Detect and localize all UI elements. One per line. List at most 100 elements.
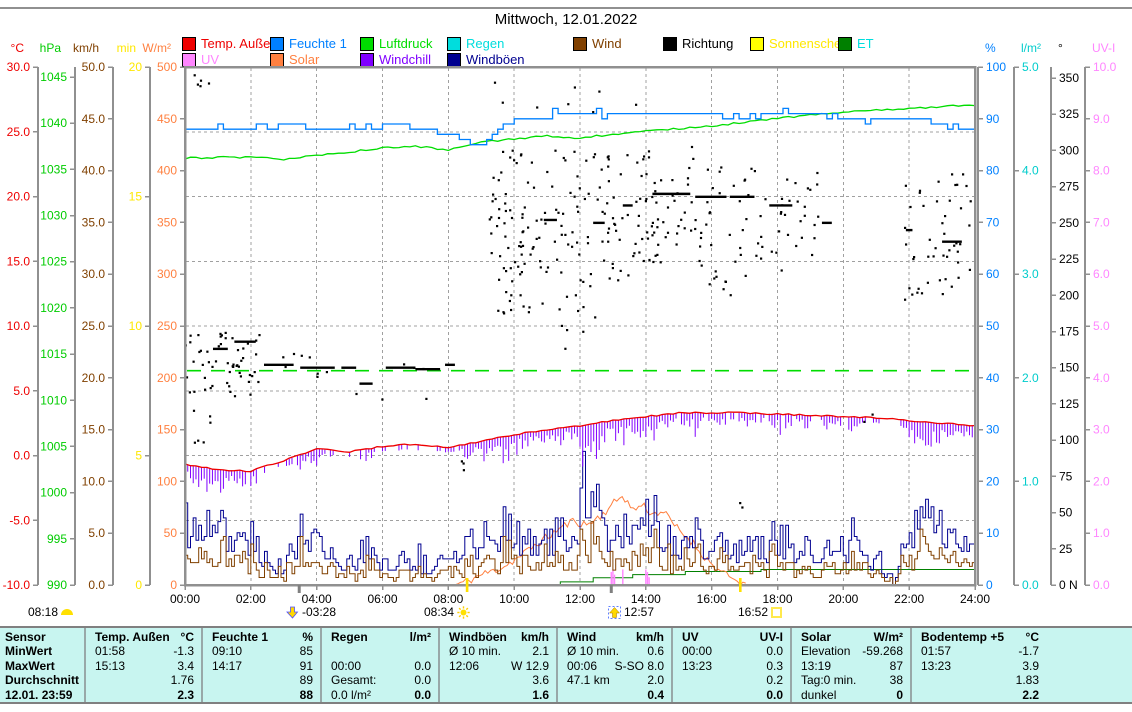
stats-cell-label: 12:06 [449,659,479,673]
stats-cell-value: W/m² [874,630,903,644]
svg-text:-10.0: -10.0 [3,578,31,592]
stats-cell-label: 13:23 [921,659,951,673]
stats-column-wind: Windkm/hØ 10 min.0.600:06S-SO 8.047.1 km… [558,628,673,702]
svg-text:00:00: 00:00 [170,592,200,606]
stats-row-label: Sensor [0,630,84,644]
svg-text:20: 20 [129,60,143,74]
svg-text:35.0: 35.0 [82,215,106,229]
stats-cell-label: Solar [801,630,831,644]
et-series [185,570,975,586]
stats-cell-value: 0.0 [414,688,431,702]
stats-column-solar: SolarW/m²Elevation-59.26813:1987Tag:0 mi… [792,628,912,702]
svg-text:3.0: 3.0 [1093,423,1110,437]
svg-text:250: 250 [1059,216,1079,230]
svg-text:70: 70 [986,215,1000,229]
svg-text:0: 0 [135,578,142,592]
marker-time: 16:52 [738,605,768,619]
svg-text:90: 90 [986,112,1000,126]
svg-text:40.0: 40.0 [82,164,106,178]
axis-°: 3503253002752502252001751501251007550250… [1051,41,1079,592]
richtung-scatter [185,74,972,508]
stats-cell-value: -1.7 [1018,644,1039,658]
svg-text:20.0: 20.0 [7,190,31,204]
svg-text:08:00: 08:00 [433,592,463,606]
et-series [185,570,975,586]
stats-row-label: MaxWert [0,659,84,673]
svg-text:40: 40 [986,371,1000,385]
stats-cell-value: 3.6 [532,673,549,687]
stats-column-uv: UVUV-I00:000.013:230.30.20.0 [673,628,792,702]
stats-column-temp-au-en: Temp. Außen°C01:58-1.315:133.41.762.3 [86,628,203,702]
svg-text:02:00: 02:00 [236,592,266,606]
svg-text:1005: 1005 [40,439,67,453]
svg-text:1000: 1000 [40,486,67,500]
svg-text:275: 275 [1059,180,1079,194]
stats-column-feuchte-1: Feuchte 1%09:108514:17918988 [203,628,322,702]
weather-day-chart-screen: Mittwoch, 12.01.2022 Temp. AußenFeuchte … [0,0,1132,712]
stats-cell-value: 85 [300,644,313,658]
axis-unit-label: hPa [40,41,62,55]
stats-table: SensorMinWertMaxWertDurchschnitt12.01. 2… [0,626,1132,704]
svg-text:5.0: 5.0 [1022,60,1039,74]
svg-text:60: 60 [986,267,1000,281]
svg-text:7.0: 7.0 [1093,215,1110,229]
svg-text:1.0: 1.0 [1093,526,1110,540]
svg-text:2.0: 2.0 [1093,474,1110,488]
stats-cell-label: 09:10 [212,644,242,658]
svg-text:150: 150 [157,423,177,437]
stats-cell-label: Bodentemp +5 [921,630,1004,644]
svg-text:30.0: 30.0 [7,60,31,74]
stats-cell-value: 0 [896,688,903,702]
axis-lm: 5.04.03.02.01.00.0l/m² [1014,41,1041,592]
stats-cell-label: Ø 10 min. [567,644,619,658]
chart-canvas: 30.025.020.015.010.05.00.0-5.0-10.0°C104… [0,0,1132,712]
stats-row-label: Durchschnitt [0,673,84,687]
sunrise-icon [61,609,73,615]
svg-text:14:00: 14:00 [631,592,661,606]
marker-time: 12:57 [624,605,654,619]
svg-text:0: 0 [986,578,993,592]
stats-cell-value: 1.76 [171,673,194,687]
svg-text:150: 150 [1059,361,1079,375]
svg-text:12:00: 12:00 [565,592,595,606]
svg-text:20.0: 20.0 [82,371,106,385]
svg-text:0: 0 [170,578,177,592]
stats-cell-value: -1.3 [173,644,194,658]
svg-text:10.0: 10.0 [1093,60,1117,74]
stats-cell-value: 88 [300,688,313,702]
stats-cell-value: 91 [300,659,313,673]
stats-cell-label: 0.0 l/m² [331,688,371,702]
stats-cell-label: 01:58 [95,644,125,658]
stats-cell-label: 00:00 [682,644,712,658]
svg-text:8.0: 8.0 [1093,164,1110,178]
marker-time: -03:28 [302,605,336,619]
svg-text:15.0: 15.0 [7,254,31,268]
stats-cell-value: 0.2 [766,673,783,687]
svg-text:4.0: 4.0 [1093,371,1110,385]
svg-text:990: 990 [47,578,67,592]
axis-unit-label: l/m² [1021,41,1041,55]
stats-cell-value: 0.0 [766,644,783,658]
sun-moon-marker: 08:18 [28,605,73,619]
stats-cell-value: UV-I [760,630,783,644]
stats-cell-label: 01:57 [921,644,951,658]
svg-text:225: 225 [1059,252,1079,266]
stats-cell-label: Windböen [449,630,507,644]
uv-series [611,569,649,584]
stats-cell-value: 2.2 [1022,688,1039,702]
stats-cell-label: 00:06 [567,659,597,673]
svg-text:80: 80 [986,164,1000,178]
stats-cell-label: Wind [567,630,596,644]
stats-cell-label: 14:17 [212,659,242,673]
axis-°C: 30.025.020.015.010.05.00.0-5.0-10.0°C [3,41,38,592]
svg-text:30: 30 [986,423,1000,437]
stats-cell-label: 13:19 [801,659,831,673]
sun-moon-marker: 12:57 [608,605,654,619]
axis-%: 1009080706050403020100% [978,41,1006,592]
moonrise-icon [608,606,621,619]
moonset-icon [286,606,299,619]
svg-text:100: 100 [157,474,177,488]
svg-text:6.0: 6.0 [1093,267,1110,281]
svg-text:500: 500 [157,60,177,74]
stats-cell-label: 13:23 [682,659,712,673]
